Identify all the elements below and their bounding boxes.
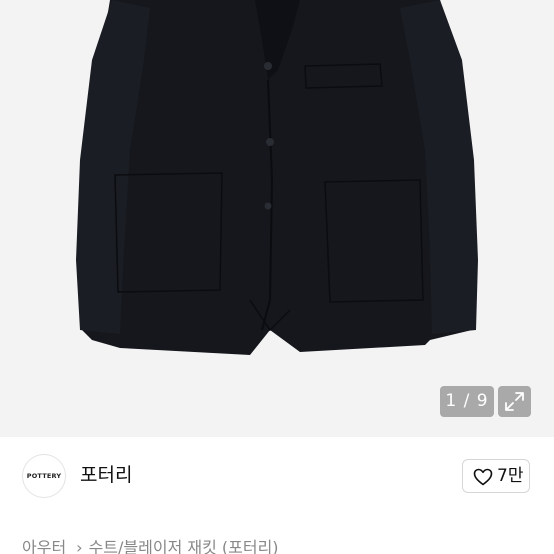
jacket-button [264, 202, 272, 210]
jacket-button [264, 62, 272, 70]
breadcrumb: 아우터 › 수트/블레이저 재킷 (포터리) [22, 538, 279, 554]
like-button[interactable]: 7만 [462, 459, 530, 493]
jacket-button [266, 138, 274, 146]
like-count: 7만 [497, 466, 524, 486]
shop-name[interactable]: 포터리 [80, 463, 132, 487]
heart-outline-icon [473, 468, 493, 486]
shop-avatar[interactable]: POTTERY [22, 454, 66, 498]
breadcrumb-item-category[interactable]: 아우터 [22, 538, 66, 554]
product-photo [76, 0, 478, 355]
shop-avatar-logo: POTTERY [26, 472, 62, 480]
breadcrumb-separator: › [76, 538, 83, 554]
product-image-gallery[interactable]: 1 / 9 [0, 0, 554, 437]
seller-row: POTTERY 포터리 7만 [0, 437, 554, 517]
breadcrumb-item-subcategory[interactable]: 수트/블레이저 재킷 (포터리) [89, 538, 279, 554]
product-page: 1 / 9 POTTERY 포터리 7만 아우터 › 수트/블레이저 재킷 (포터리… [0, 0, 554, 554]
expand-diagonal-icon [505, 392, 524, 411]
expand-image-button[interactable] [498, 386, 531, 417]
image-counter: 1 / 9 [440, 386, 494, 417]
